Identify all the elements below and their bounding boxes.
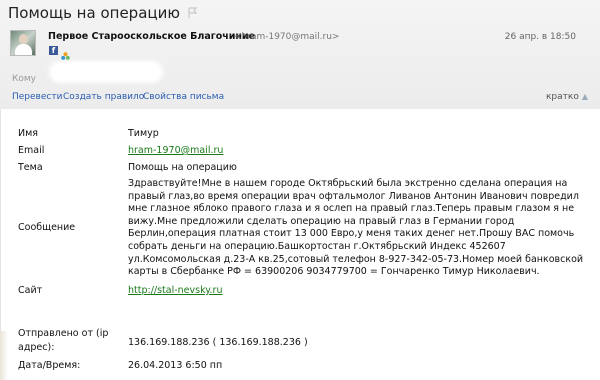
- short-view-label: кратко: [545, 92, 579, 102]
- avatar-body: [15, 44, 32, 55]
- message-body: Имя Тимур Email hram-1970@mail.ru Тема П…: [0, 109, 600, 380]
- topic-value: Помощь на операцию: [128, 162, 237, 173]
- name-label: Имя: [18, 128, 38, 139]
- message-properties-link[interactable]: Свойства письма: [143, 92, 224, 102]
- sender-email[interactable]: <hram-1970@mail.ru>: [234, 32, 339, 42]
- message-header: Помощь на операцию Первое Старооскольско…: [0, 0, 600, 109]
- ip-label-line2: адрес):: [18, 342, 55, 353]
- short-view-toggle[interactable]: кратко ▲: [546, 92, 588, 102]
- message-label: Сообщение: [18, 222, 76, 233]
- background-fragment: [0, 331, 8, 380]
- create-rule-link[interactable]: Создать правило: [63, 92, 144, 102]
- sender-row: Первое Старооскольское Благочиние <hram-…: [10, 30, 590, 60]
- subject-row: Помощь на операцию: [8, 3, 198, 23]
- flag-icon[interactable]: [188, 7, 198, 19]
- ip-label-line1: Отправлено от (ip: [18, 328, 109, 339]
- actions-toolbar: Перевести Создать правило Свойства письм…: [12, 92, 588, 106]
- datetime-label: Дата/Время:: [18, 360, 81, 371]
- message-date: 26 апр. в 18:50: [504, 32, 576, 42]
- email-link[interactable]: hram-1970@mail.ru: [128, 144, 223, 157]
- site-label: Сайт: [18, 285, 43, 296]
- message-text: Здравствуйте!Мне в нашем городе Октябрьс…: [128, 178, 584, 278]
- translate-link[interactable]: Перевести: [12, 92, 62, 102]
- sender-name[interactable]: Первое Старооскольское Благочиние: [48, 31, 255, 42]
- email-label: Email: [18, 145, 45, 156]
- recipient-row: Кому: [12, 64, 160, 84]
- site-link[interactable]: http://stal-nevsky.ru: [128, 284, 222, 297]
- chevron-up-icon: ▲: [581, 92, 588, 101]
- ip-value: 136.169.188.236 ( 136.169.188.236 ): [128, 337, 308, 348]
- to-label: Кому: [12, 74, 37, 84]
- message-subject: Помощь на операцию: [8, 4, 180, 22]
- name-value: Тимур: [128, 128, 159, 139]
- mail-agent-icon[interactable]: [61, 46, 70, 60]
- topic-label: Тема: [18, 162, 43, 173]
- recipient-redacted: [52, 64, 160, 80]
- facebook-icon[interactable]: f: [49, 46, 58, 55]
- datetime-value: 26.04.2013 6:50 пп: [128, 360, 223, 371]
- avatar[interactable]: [10, 30, 36, 56]
- avatar-head: [19, 34, 28, 44]
